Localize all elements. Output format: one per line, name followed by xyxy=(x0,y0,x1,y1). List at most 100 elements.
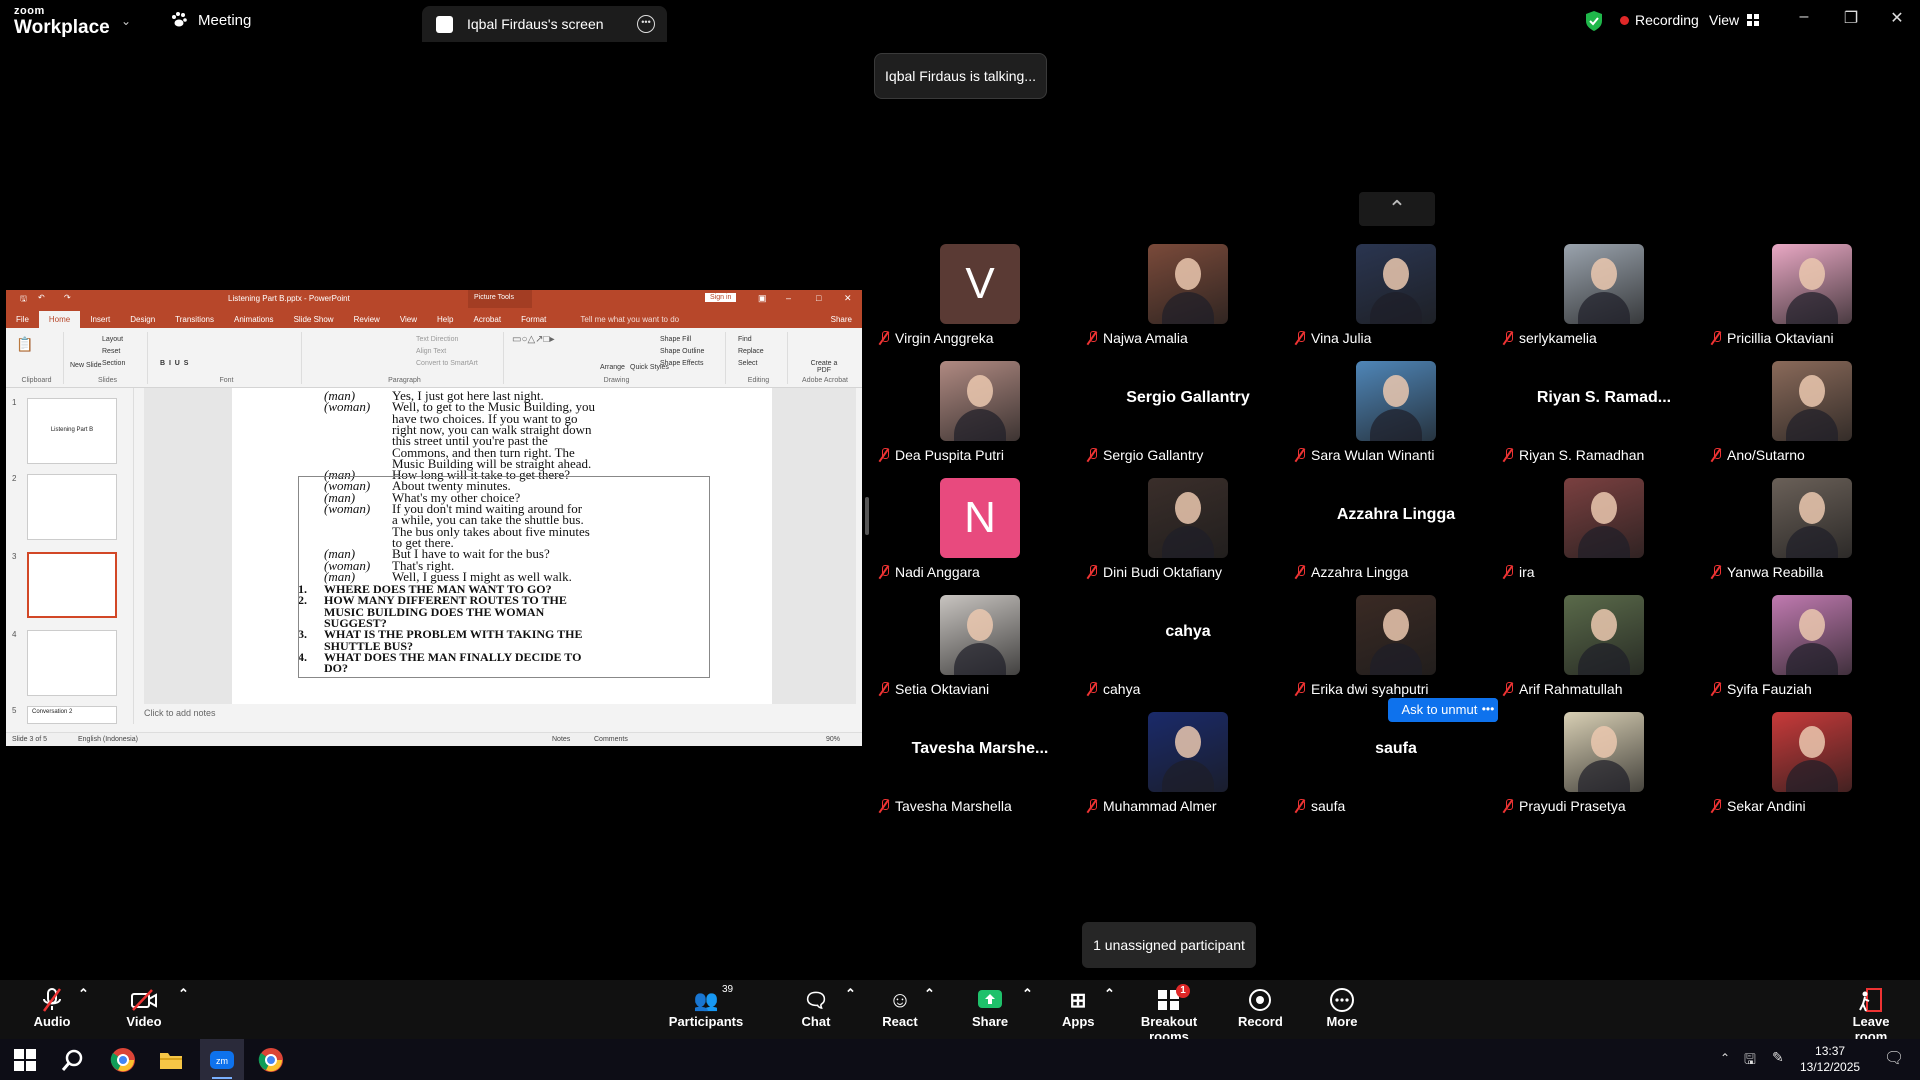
view-label: View xyxy=(1709,12,1740,28)
chrome-icon[interactable] xyxy=(110,1047,136,1073)
participant-tile[interactable]: Yanwa Reabilla xyxy=(1708,478,1916,594)
create-pdf-button: Create a PDF xyxy=(810,360,838,374)
avatar-face xyxy=(1591,258,1617,290)
participants-count: 39 xyxy=(722,984,734,995)
audio-options-caret-icon[interactable]: ⌃ xyxy=(78,986,89,1002)
participant-tile[interactable]: Setia Oktaviani xyxy=(876,595,1084,711)
react-button[interactable]: ☺ React xyxy=(882,986,918,1029)
participant-name-label: Erika dwi syahputri xyxy=(1295,681,1429,697)
participant-tile[interactable]: V Virgin Anggreka xyxy=(876,244,1084,360)
participants-button[interactable]: 👥 39 Participants xyxy=(666,984,746,1029)
share-options-caret-icon[interactable]: ⌃ xyxy=(1022,986,1033,1002)
participant-tile[interactable]: Tavesha Marshe... Tavesha Marshella xyxy=(876,712,1084,828)
participant-tile[interactable]: Dini Budi Oktafiany xyxy=(1084,478,1292,594)
chat-button[interactable]: 🗨 Chat xyxy=(800,986,832,1030)
participant-tile[interactable]: N Nadi Anggara xyxy=(876,478,1084,594)
meeting-button[interactable]: Meeting xyxy=(170,11,251,29)
apps-button[interactable]: ⊞ Apps xyxy=(1062,986,1095,1030)
comments-button: Comments xyxy=(594,736,628,743)
avatar-face xyxy=(1799,726,1825,758)
question-number: 4. xyxy=(298,649,307,664)
participant-tile[interactable]: Sara Wulan Winanti xyxy=(1292,361,1500,477)
minimize-icon[interactable]: – xyxy=(1789,8,1819,32)
participant-tile[interactable]: Vina Julia xyxy=(1292,244,1500,360)
participant-name-label: saufa xyxy=(1295,798,1345,814)
participant-tile[interactable]: Prayudi Prasetya xyxy=(1500,712,1708,828)
leave-icon xyxy=(1859,988,1882,1012)
recording-indicator[interactable]: Recording xyxy=(1620,12,1699,28)
participant-tile[interactable]: Arif Rahmatullah xyxy=(1500,595,1708,711)
mic-muted-icon xyxy=(879,682,889,696)
chat-options-caret-icon[interactable]: ⌃ xyxy=(845,986,856,1002)
thumb-number: 4 xyxy=(12,630,17,639)
leave-room-button[interactable]: Leave room xyxy=(1838,986,1904,1044)
question-number: 2. xyxy=(298,593,307,608)
tile-more-options-button[interactable]: ••• xyxy=(1478,698,1498,722)
shared-screen-powerpoint[interactable]: 🖫 ↶ ↷ Listening Part B.pptx - PowerPoint… xyxy=(6,290,862,746)
participant-tile[interactable]: serlykamelia xyxy=(1500,244,1708,360)
participant-tile[interactable]: Erika dwi syahputri xyxy=(1292,595,1500,711)
shape-outline-button: Shape Outline xyxy=(660,348,705,355)
shield-icon[interactable] xyxy=(1584,10,1604,32)
zoom-app-icon[interactable]: zm xyxy=(209,1047,235,1073)
split-view-divider[interactable] xyxy=(865,497,869,535)
pen-icon[interactable]: ✎ xyxy=(1772,1049,1784,1066)
participant-tile[interactable]: Muhammad Almer xyxy=(1084,712,1292,828)
tab-review: Review xyxy=(353,315,380,324)
file-explorer-icon[interactable] xyxy=(158,1047,184,1073)
participant-tile[interactable]: Dea Puspita Putri xyxy=(876,361,1084,477)
slide-thumbnails-pane: 1 Listening Part B 2 3 4 5 Conversation … xyxy=(6,388,134,724)
more-button[interactable]: More xyxy=(1322,986,1362,1029)
close-icon[interactable]: ✕ xyxy=(1882,8,1912,32)
participant-tile[interactable]: Najwa Amalia xyxy=(1084,244,1292,360)
screen-icon xyxy=(436,15,453,33)
network-icon[interactable]: 🖫 xyxy=(1744,1049,1756,1073)
restore-icon[interactable]: ❐ xyxy=(1836,8,1866,32)
participant-tile[interactable]: ira xyxy=(1500,478,1708,594)
search-icon[interactable] xyxy=(60,1047,86,1073)
participant-name-label: Riyan S. Ramadhan xyxy=(1503,447,1644,463)
participant-name: Sergio Gallantry xyxy=(1103,447,1204,463)
more-options-icon[interactable]: ••• xyxy=(637,15,655,33)
participant-name: Sekar Andini xyxy=(1727,798,1806,814)
apps-options-caret-icon[interactable]: ⌃ xyxy=(1104,986,1115,1002)
participant-tile[interactable]: saufa saufa xyxy=(1292,712,1500,828)
participant-name-label: cahya xyxy=(1087,681,1140,697)
participant-tile[interactable]: Azzahra Lingga Azzahra Lingga xyxy=(1292,478,1500,594)
record-button[interactable]: Record xyxy=(1238,986,1283,1029)
participant-tile[interactable]: Riyan S. Ramad... Riyan S. Ramadhan xyxy=(1500,361,1708,477)
ribbon-group-font: B I U S Font xyxy=(152,332,302,384)
notifications-icon[interactable]: 🗨 xyxy=(1884,1048,1904,1068)
video-options-caret-icon[interactable]: ⌃ xyxy=(178,986,189,1002)
meeting-toolbar: Audio ⌃ Video ⌃ 👥 39 Participants 🗨 Chat… xyxy=(0,980,1920,1044)
participant-name: serlykamelia xyxy=(1519,330,1597,346)
participant-name-label: Prayudi Prasetya xyxy=(1503,798,1626,814)
share-screen-icon xyxy=(978,990,1002,1008)
system-clock[interactable]: 13:37 13/12/2025 xyxy=(1800,1043,1860,1075)
chrome-profile-icon[interactable] xyxy=(258,1047,284,1073)
view-button[interactable]: View xyxy=(1709,12,1760,28)
slide-thumbnail: Conversation 2 xyxy=(27,706,117,724)
participant-tile[interactable]: Sergio Gallantry Sergio Gallantry xyxy=(1084,361,1292,477)
chevron-down-icon[interactable]: ⌄ xyxy=(121,14,131,28)
participant-tile[interactable]: Ano/Sutarno xyxy=(1708,361,1916,477)
audio-button[interactable]: Audio xyxy=(30,986,74,1029)
gallery-page-up-button[interactable]: ⌃ xyxy=(1359,192,1435,226)
screen-share-tab[interactable]: Iqbal Firdaus's screen ••• xyxy=(422,6,667,42)
windows-taskbar: zm ⌃ 🖫 ✎ 13:37 13/12/2025 🗨 xyxy=(0,1039,1920,1080)
avatar-face xyxy=(1799,492,1825,524)
react-options-caret-icon[interactable]: ⌃ xyxy=(924,986,935,1002)
participant-name: Azzahra Lingga xyxy=(1311,564,1409,580)
participant-tile[interactable]: cahya cahya xyxy=(1084,595,1292,711)
video-button[interactable]: Video xyxy=(124,986,164,1029)
participant-tile[interactable]: Sekar Andini xyxy=(1708,712,1916,828)
participant-tile[interactable]: Pricillia Oktaviani xyxy=(1708,244,1916,360)
participant-name-label: ira xyxy=(1503,564,1535,580)
participant-tile[interactable]: Syifa Fauziah xyxy=(1708,595,1916,711)
breakout-rooms-button[interactable]: 1 Breakout rooms xyxy=(1126,984,1212,1044)
section-button: Section xyxy=(102,360,126,367)
ppt-title-bar: 🖫 ↶ ↷ Listening Part B.pptx - PowerPoint… xyxy=(6,290,862,308)
share-button[interactable]: Share xyxy=(972,986,1008,1029)
tray-chevron-up-icon[interactable]: ⌃ xyxy=(1720,1051,1730,1065)
windows-start-icon[interactable] xyxy=(12,1047,38,1073)
